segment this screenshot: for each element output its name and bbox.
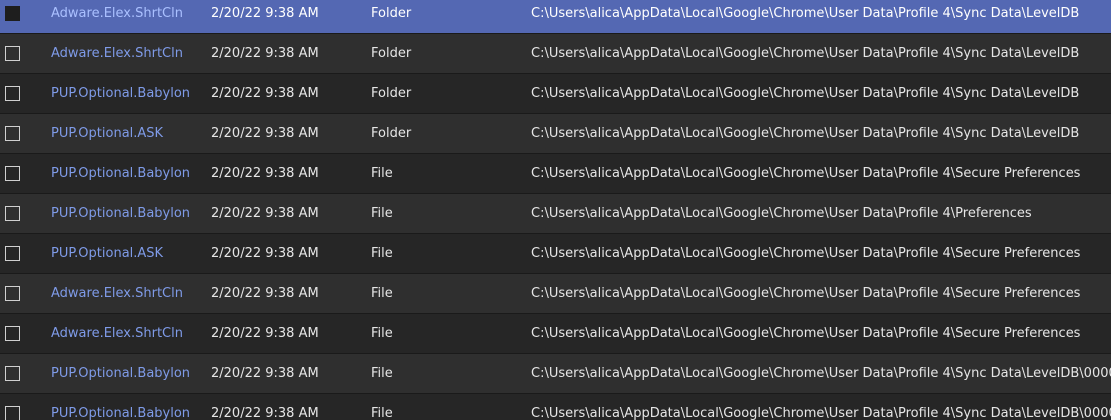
threat-name[interactable]: Adware.Elex.ShrtCln	[51, 274, 201, 313]
row-checkbox[interactable]	[5, 354, 21, 393]
row-checkbox[interactable]	[5, 314, 21, 353]
detection-date: 2/20/22 9:38 AM	[211, 406, 319, 420]
table-row[interactable]: PUP.Optional.Babylon 2/20/22 9:38 AM Fil…	[0, 394, 1111, 420]
table-row[interactable]: PUP.Optional.Babylon 2/20/22 9:38 AM Fil…	[0, 354, 1111, 394]
detection-date: 2/20/22 9:38 AM	[211, 46, 319, 61]
detection-date: 2/20/22 9:38 AM	[211, 246, 319, 261]
item-location: C:\Users\alica\AppData\Local\Google\Chro…	[531, 126, 1080, 141]
item-type: File	[371, 326, 393, 341]
threat-name[interactable]: PUP.Optional.Babylon	[51, 354, 201, 393]
table-row[interactable]: PUP.Optional.ASK 2/20/22 9:38 AM Folder …	[0, 114, 1111, 154]
item-location: C:\Users\alica\AppData\Local\Google\Chro…	[531, 206, 1032, 221]
threat-name[interactable]: PUP.Optional.Babylon	[51, 194, 201, 233]
table-row[interactable]: PUP.Optional.Babylon 2/20/22 9:38 AM Fil…	[0, 154, 1111, 194]
detection-date: 2/20/22 9:38 AM	[211, 86, 319, 101]
item-type: File	[371, 366, 393, 381]
detection-date: 2/20/22 9:38 AM	[211, 326, 319, 341]
table-row[interactable]: Adware.Elex.ShrtCln 2/20/22 9:38 AM File…	[0, 314, 1111, 354]
row-checkbox[interactable]	[5, 394, 21, 420]
row-checkbox[interactable]	[5, 194, 21, 233]
item-type: File	[371, 406, 393, 420]
threat-name[interactable]: PUP.Optional.Babylon	[51, 74, 201, 113]
threat-name[interactable]: PUP.Optional.ASK	[51, 114, 201, 153]
checkbox-icon[interactable]	[5, 286, 20, 301]
checkbox-icon[interactable]	[5, 166, 20, 181]
row-checkbox[interactable]	[5, 114, 21, 153]
item-location: C:\Users\alica\AppData\Local\Google\Chro…	[531, 166, 1081, 181]
checkbox-icon[interactable]	[5, 406, 20, 420]
row-checkbox[interactable]	[5, 34, 21, 73]
table-row[interactable]: Adware.Elex.ShrtCln 2/20/22 9:38 AM File…	[0, 274, 1111, 314]
checkbox-icon[interactable]	[5, 246, 20, 261]
table-row[interactable]: Adware.Elex.ShrtCln 2/20/22 9:38 AM Fold…	[0, 34, 1111, 74]
table-row[interactable]: PUP.Optional.ASK 2/20/22 9:38 AM File C:…	[0, 234, 1111, 274]
threat-name[interactable]: Adware.Elex.ShrtCln	[51, 0, 201, 33]
checkbox-icon[interactable]	[5, 206, 20, 221]
checkbox-icon[interactable]	[5, 86, 20, 101]
threat-name[interactable]: PUP.Optional.Babylon	[51, 154, 201, 193]
threat-name[interactable]: PUP.Optional.Babylon	[51, 394, 201, 420]
item-type: File	[371, 286, 393, 301]
item-type: Folder	[371, 46, 412, 61]
row-checkbox[interactable]	[5, 234, 21, 273]
checkbox-icon[interactable]	[5, 126, 20, 141]
item-type: File	[371, 206, 393, 221]
item-type: Folder	[371, 126, 412, 141]
threat-name[interactable]: PUP.Optional.ASK	[51, 234, 201, 273]
detection-date: 2/20/22 9:38 AM	[211, 206, 319, 221]
quarantine-results-table: Adware.Elex.ShrtCln 2/20/22 9:38 AM Fold…	[0, 0, 1111, 420]
row-checkbox[interactable]	[5, 274, 21, 313]
item-type: Folder	[371, 86, 412, 101]
item-type: File	[371, 246, 393, 261]
detection-date: 2/20/22 9:38 AM	[211, 286, 319, 301]
row-checkbox[interactable]	[5, 0, 21, 33]
detection-date: 2/20/22 9:38 AM	[211, 166, 319, 181]
table-row[interactable]: Adware.Elex.ShrtCln 2/20/22 9:38 AM Fold…	[0, 0, 1111, 34]
item-location: C:\Users\alica\AppData\Local\Google\Chro…	[531, 86, 1080, 101]
item-location: C:\Users\alica\AppData\Local\Google\Chro…	[531, 6, 1080, 21]
item-location: C:\Users\alica\AppData\Local\Google\Chro…	[531, 286, 1081, 301]
item-location: C:\Users\alica\AppData\Local\Google\Chro…	[531, 326, 1081, 341]
row-checkbox[interactable]	[5, 154, 21, 193]
table-row[interactable]: PUP.Optional.Babylon 2/20/22 9:38 AM Fol…	[0, 74, 1111, 114]
item-location: C:\Users\alica\AppData\Local\Google\Chro…	[531, 246, 1081, 261]
detection-date: 2/20/22 9:38 AM	[211, 126, 319, 141]
threat-name[interactable]: Adware.Elex.ShrtCln	[51, 314, 201, 353]
checkbox-icon[interactable]	[5, 326, 20, 341]
checkbox-icon[interactable]	[5, 6, 20, 21]
row-checkbox[interactable]	[5, 74, 21, 113]
detection-date: 2/20/22 9:38 AM	[211, 6, 319, 21]
detection-date: 2/20/22 9:38 AM	[211, 366, 319, 381]
item-type: File	[371, 166, 393, 181]
item-location: C:\Users\alica\AppData\Local\Google\Chro…	[531, 46, 1080, 61]
threat-name[interactable]: Adware.Elex.ShrtCln	[51, 34, 201, 73]
item-type: Folder	[371, 6, 412, 21]
checkbox-icon[interactable]	[5, 366, 20, 381]
item-location: C:\Users\alica\AppData\Local\Google\Chro…	[531, 406, 1111, 420]
checkbox-icon[interactable]	[5, 46, 20, 61]
table-row[interactable]: PUP.Optional.Babylon 2/20/22 9:38 AM Fil…	[0, 194, 1111, 234]
item-location: C:\Users\alica\AppData\Local\Google\Chro…	[531, 366, 1111, 381]
